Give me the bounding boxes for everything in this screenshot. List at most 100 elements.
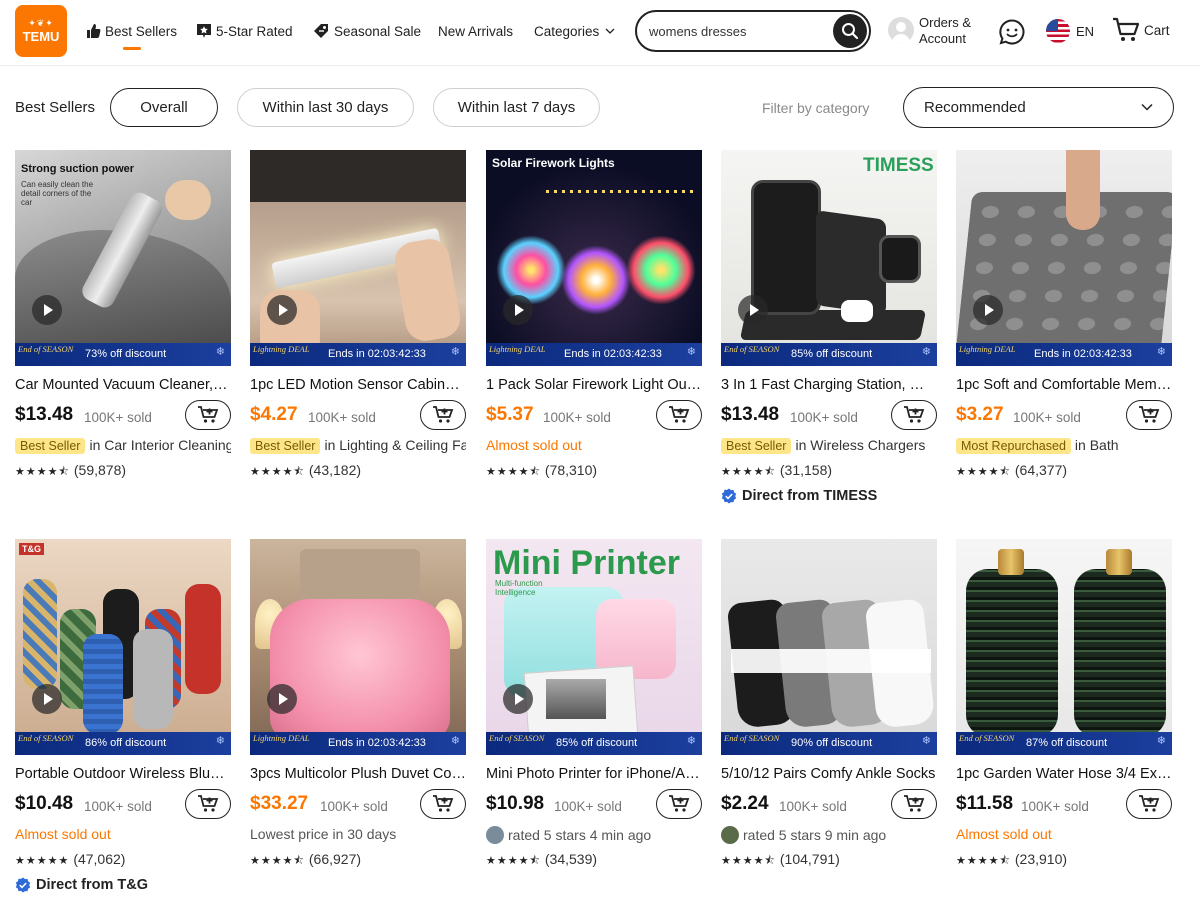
end-of-season-banner: End of SEASON 85% off discount ❄ bbox=[486, 732, 702, 755]
category-line: Best Sellerin Lighting & Ceiling Fans bbox=[250, 437, 466, 454]
play-video-icon[interactable] bbox=[267, 295, 297, 325]
nav-five-star-rated[interactable]: 5-Star Rated bbox=[196, 22, 293, 40]
product-price: $10.48 bbox=[15, 793, 74, 814]
product-image[interactable]: Lightning DEAL Ends in 02:03:42:33 ❄ bbox=[250, 539, 466, 755]
product-title[interactable]: Mini Photo Printer for iPhone/Android bbox=[486, 766, 702, 782]
direct-from-seller[interactable]: Direct from T&G bbox=[15, 877, 148, 893]
cart-label: Cart bbox=[1144, 22, 1170, 38]
product-title[interactable]: 1pc Garden Water Hose 3/4 Expandable bbox=[956, 766, 1172, 782]
product-title[interactable]: 1pc LED Motion Sensor Cabinet Light bbox=[250, 377, 466, 393]
product-card[interactable]: Solar Firework Lights Lightning DEAL Ends… bbox=[486, 150, 702, 520]
seller-name: Direct from TIMESS bbox=[742, 488, 878, 504]
add-to-cart-icon bbox=[904, 406, 925, 423]
product-image[interactable]: Lightning DEAL Ends in 02:03:42:33 ❄ bbox=[250, 150, 466, 366]
category-text[interactable]: in Wireless Chargers bbox=[795, 437, 925, 453]
banner-text: 85% off discount bbox=[556, 737, 638, 749]
language-selector[interactable]: EN bbox=[1046, 19, 1094, 43]
support-chat-button[interactable] bbox=[998, 18, 1026, 46]
play-video-icon[interactable] bbox=[503, 295, 533, 325]
review-count: (66,927) bbox=[308, 851, 362, 867]
play-video-icon[interactable] bbox=[738, 295, 768, 325]
end-of-season-banner: End of SEASON 87% off discount ❄ bbox=[956, 732, 1172, 755]
product-title[interactable]: 1pc Soft and Comfortable Memory Foam bbox=[956, 377, 1172, 393]
add-to-cart-button[interactable] bbox=[420, 400, 466, 430]
add-to-cart-button[interactable] bbox=[891, 789, 937, 819]
nav-new-arrivals[interactable]: New Arrivals bbox=[438, 22, 513, 40]
nav-label: Seasonal Sale bbox=[334, 23, 422, 39]
play-video-icon[interactable] bbox=[32, 295, 62, 325]
recent-review-line: rated 5 stars 4 min ago bbox=[486, 826, 702, 844]
search-icon bbox=[842, 23, 859, 40]
star-rating-icon: ★★★★⯪ bbox=[250, 855, 305, 867]
play-video-icon[interactable] bbox=[503, 684, 533, 714]
product-title[interactable]: 3pcs Multicolor Plush Duvet Cover Set bbox=[250, 766, 466, 782]
add-to-cart-button[interactable] bbox=[656, 400, 702, 430]
section-title: Best Sellers bbox=[15, 99, 96, 116]
filter-pill-last-7-days[interactable]: Within last 7 days bbox=[433, 88, 600, 127]
product-image[interactable]: Lightning DEAL Ends in 02:03:42:33 ❄ bbox=[956, 150, 1172, 366]
product-title[interactable]: Portable Outdoor Wireless Bluetooth Spea… bbox=[15, 766, 231, 782]
product-card[interactable]: T&G End of SEASON 86% off discount ❄ Porta… bbox=[15, 539, 231, 908]
add-to-cart-button[interactable] bbox=[1126, 789, 1172, 819]
category-text[interactable]: in Car Interior Cleaning bbox=[89, 437, 231, 453]
nav-categories[interactable]: Categories bbox=[534, 22, 619, 40]
search-input[interactable] bbox=[649, 22, 819, 40]
banner-tag: Lightning DEAL bbox=[489, 344, 546, 354]
product-image[interactable]: T&G End of SEASON 86% off discount ❄ bbox=[15, 539, 231, 755]
thumbs-up-icon bbox=[87, 24, 101, 38]
banner-tag: End of SEASON bbox=[959, 733, 1015, 743]
product-image[interactable]: End of SEASON 90% off discount ❄ bbox=[721, 539, 937, 755]
star-rating-icon: ★★★★★ bbox=[15, 855, 70, 867]
review-count: (78,310) bbox=[544, 462, 598, 478]
product-image[interactable]: Strong suction power Can easily clean th… bbox=[15, 150, 231, 366]
orders-account-link[interactable]: Orders & Account bbox=[888, 14, 980, 50]
category-text[interactable]: in Lighting & Ceiling Fans bbox=[324, 437, 466, 453]
add-to-cart-icon bbox=[198, 406, 219, 423]
end-of-season-banner: End of SEASON 73% off discount ❄ bbox=[15, 343, 231, 366]
temu-logo[interactable]: ✦❦✦ TEMU bbox=[15, 5, 67, 57]
add-to-cart-icon bbox=[1139, 795, 1160, 812]
filter-pill-overall[interactable]: Overall bbox=[110, 88, 218, 127]
reviewer-avatar bbox=[721, 826, 739, 844]
account-label: Orders & Account bbox=[919, 15, 971, 47]
product-image[interactable]: End of SEASON 87% off discount ❄ bbox=[956, 539, 1172, 755]
add-to-cart-button[interactable] bbox=[185, 789, 231, 819]
product-title[interactable]: Car Mounted Vacuum Cleaner, Portable bbox=[15, 377, 231, 393]
product-title[interactable]: 1 Pack Solar Firework Light Outdoor bbox=[486, 377, 702, 393]
brand-logo-text: TIMESS bbox=[863, 155, 934, 176]
add-to-cart-button[interactable] bbox=[1126, 400, 1172, 430]
add-to-cart-button[interactable] bbox=[185, 400, 231, 430]
product-card[interactable]: Lightning DEAL Ends in 02:03:42:33 ❄ 3pcs … bbox=[250, 539, 466, 908]
play-video-icon[interactable] bbox=[32, 684, 62, 714]
product-card[interactable]: End of SEASON 87% off discount ❄ 1pc Garde… bbox=[956, 539, 1172, 908]
sort-dropdown[interactable]: Recommended bbox=[903, 87, 1174, 128]
product-price: $4.27 bbox=[250, 404, 298, 425]
rating-row: ★★★★⯪ (78,310) bbox=[486, 462, 597, 482]
play-video-icon[interactable] bbox=[973, 295, 1003, 325]
nav-seasonal-sale[interactable]: Seasonal Sale bbox=[313, 22, 421, 40]
product-card[interactable]: Lightning DEAL Ends in 02:03:42:33 ❄ 1pc S… bbox=[956, 150, 1172, 520]
end-of-season-banner: End of SEASON 85% off discount ❄ bbox=[721, 343, 937, 366]
search-button[interactable] bbox=[833, 14, 867, 48]
product-image[interactable]: TIMESS End of SEASON 85% off discount ❄ bbox=[721, 150, 937, 366]
category-text[interactable]: in Bath bbox=[1075, 437, 1119, 453]
add-to-cart-button[interactable] bbox=[891, 400, 937, 430]
play-video-icon[interactable] bbox=[267, 684, 297, 714]
product-title[interactable]: 5/10/12 Pairs Comfy Ankle Socks bbox=[721, 766, 937, 782]
product-card[interactable]: End of SEASON 90% off discount ❄ 5/10/12 P… bbox=[721, 539, 937, 908]
product-card[interactable]: Strong suction power Can easily clean th… bbox=[15, 150, 231, 520]
product-card[interactable]: Mini Printer Multi-function Intelligence… bbox=[486, 539, 702, 908]
product-card[interactable]: Lightning DEAL Ends in 02:03:42:33 ❄ 1pc L… bbox=[250, 150, 466, 520]
filter-pill-last-30-days[interactable]: Within last 30 days bbox=[237, 88, 414, 127]
add-to-cart-button[interactable] bbox=[420, 789, 466, 819]
product-card[interactable]: TIMESS End of SEASON 85% off discount ❄ 3 … bbox=[721, 150, 937, 520]
product-title[interactable]: 3 In 1 Fast Charging Station, Wireless bbox=[721, 377, 937, 393]
cart-link[interactable]: Cart bbox=[1112, 17, 1170, 43]
direct-from-seller[interactable]: Direct from TIMESS bbox=[721, 488, 877, 504]
category-line: Most Repurchased in Bath bbox=[956, 437, 1172, 454]
product-image[interactable]: Mini Printer Multi-function Intelligence… bbox=[486, 539, 702, 755]
nav-best-sellers[interactable]: Best Sellers bbox=[85, 22, 177, 50]
add-to-cart-button[interactable] bbox=[656, 789, 702, 819]
banner-tag: Lightning DEAL bbox=[959, 344, 1016, 354]
product-image[interactable]: Solar Firework Lights Lightning DEAL Ends… bbox=[486, 150, 702, 366]
